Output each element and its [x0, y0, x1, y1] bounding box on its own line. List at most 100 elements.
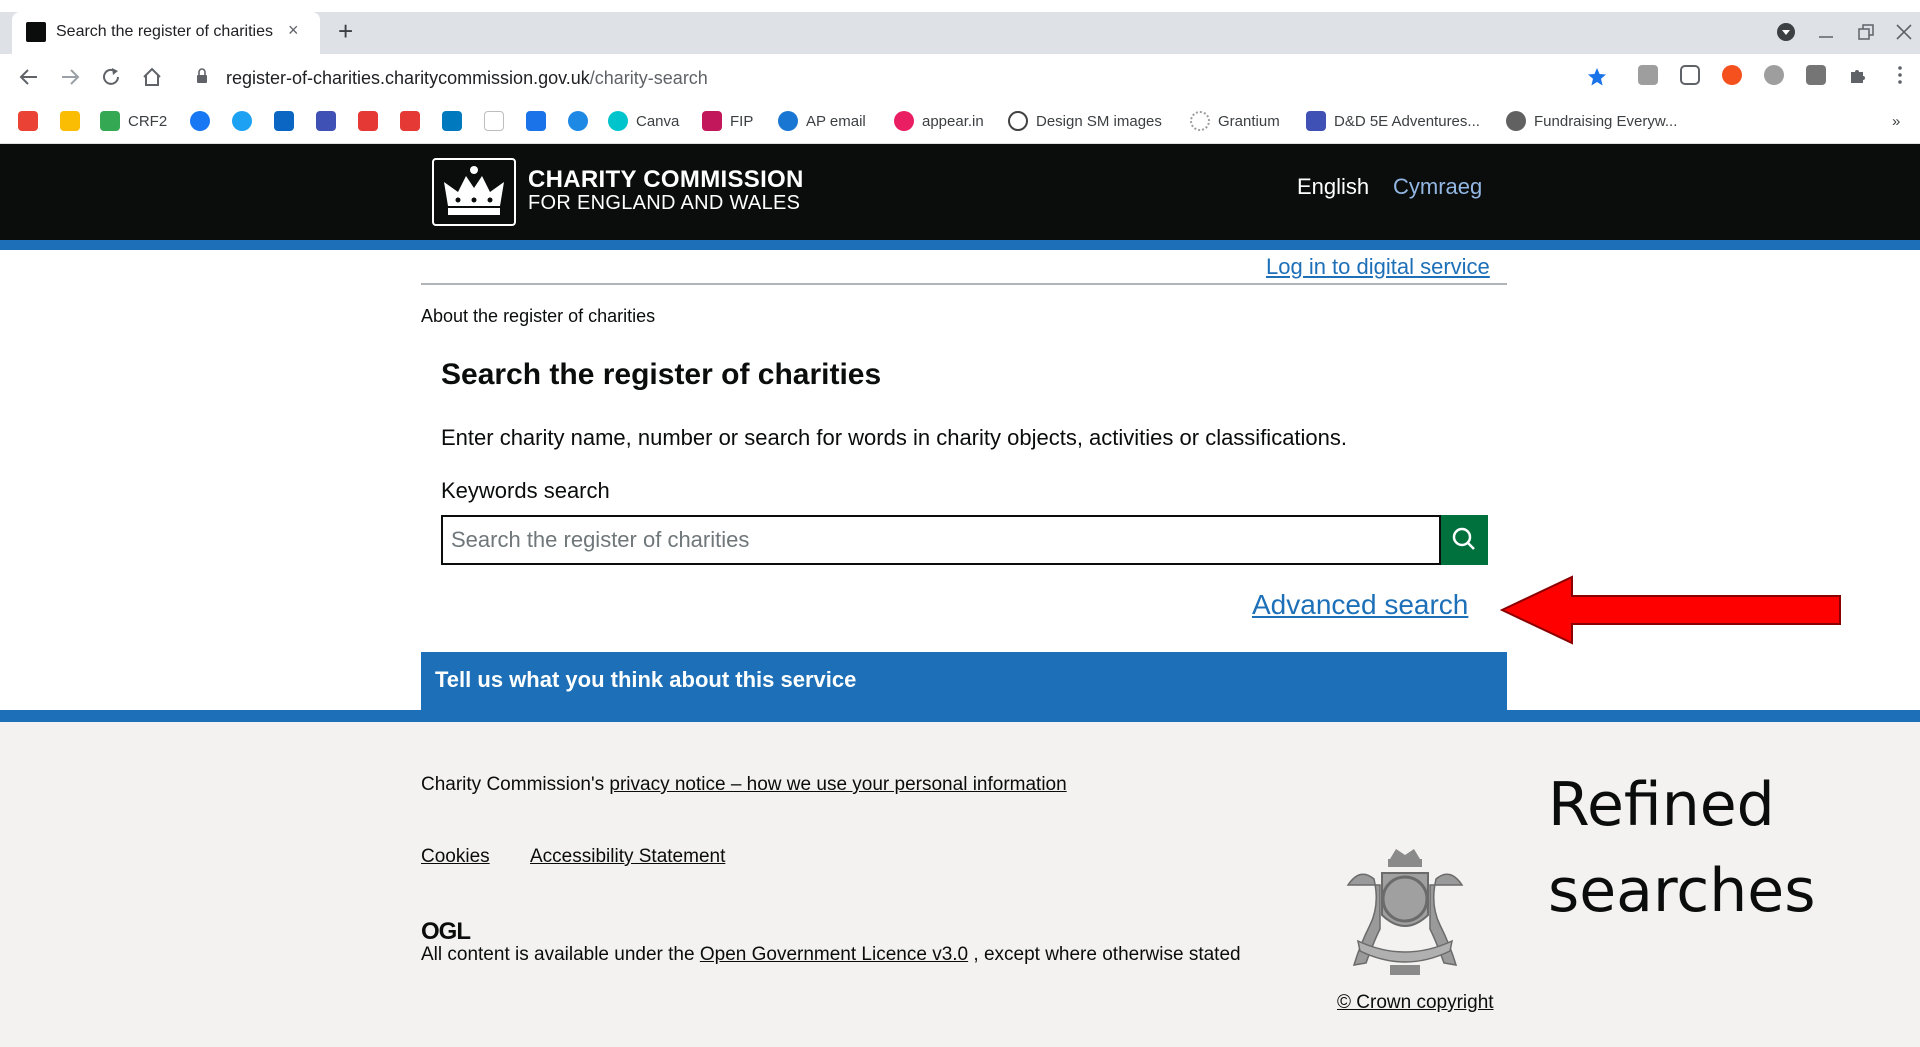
- bookmark-favicon-icon: [568, 111, 588, 131]
- bookmark-canva[interactable]: Canva: [608, 110, 679, 132]
- profile-icon[interactable]: [1776, 22, 1796, 42]
- search-icon: [1452, 527, 1475, 550]
- twitter-icon: [232, 111, 252, 131]
- canva-icon: [608, 111, 628, 131]
- bookmark-label: Design SM images: [1036, 112, 1162, 130]
- address-bar[interactable]: register-of-charities.charitycommission.…: [182, 58, 1622, 96]
- drive-icon: [60, 111, 80, 131]
- language-english[interactable]: English: [1297, 174, 1369, 200]
- feedback-banner[interactable]: Tell us what you think about this servic…: [421, 652, 1507, 710]
- camera-icon[interactable]: [1806, 65, 1826, 85]
- restore-icon[interactable]: [1856, 22, 1876, 42]
- bookmarks-bar: CRF2 Canva FIP AP email appear.in Design…: [0, 100, 1920, 144]
- breadcrumb[interactable]: About the register of charities: [421, 306, 655, 327]
- search-input[interactable]: [441, 515, 1441, 565]
- close-window-icon[interactable]: [1894, 22, 1914, 42]
- bookmark-favicon-icon: [358, 111, 378, 131]
- footer-accent-bar: [0, 710, 1920, 722]
- cookies-link[interactable]: Cookies: [421, 846, 490, 868]
- crown-copyright-link[interactable]: © Crown copyright: [1337, 992, 1494, 1014]
- bookmark-linkedin[interactable]: [274, 110, 302, 132]
- logo-subtitle: FOR ENGLAND AND WALES: [528, 192, 801, 214]
- drive-icon: [100, 111, 120, 131]
- appear-in-icon: [894, 111, 914, 131]
- bookmark-label: FIP: [730, 112, 754, 130]
- bookmark-label: D&D 5E Adventures...: [1334, 112, 1480, 130]
- accessibility-statement-link[interactable]: Accessibility Statement: [530, 846, 725, 868]
- bookmark-trello[interactable]: [442, 110, 470, 132]
- minimize-icon[interactable]: [1816, 22, 1836, 42]
- bookmark-fundraising[interactable]: Fundraising Everyw...: [1506, 110, 1677, 132]
- bookmark-label: Fundraising Everyw...: [1534, 112, 1678, 130]
- reload-icon[interactable]: [100, 66, 122, 88]
- charity-commission-favicon-icon: [26, 22, 46, 42]
- language-welsh-link[interactable]: Cymraeg: [1393, 174, 1482, 200]
- browser-tab[interactable]: Search the register of charities ×: [12, 12, 320, 54]
- royal-coat-of-arms-icon: [1346, 849, 1464, 975]
- divider: [421, 283, 1507, 285]
- bookmark-item[interactable]: [484, 110, 512, 132]
- login-link[interactable]: Log in to digital service: [1266, 254, 1490, 280]
- bookmark-calendar[interactable]: [526, 110, 554, 132]
- bookmark-favicon-icon: [484, 111, 504, 131]
- bookmark-crf2[interactable]: CRF2: [100, 110, 167, 132]
- ap-email-icon: [778, 111, 798, 131]
- home-icon[interactable]: [141, 66, 163, 88]
- bookmark-drive[interactable]: [60, 110, 88, 132]
- annotation-caption: Refined searches: [1548, 762, 1815, 934]
- bookmark-item[interactable]: [316, 110, 344, 132]
- feedback-link[interactable]: Tell us what you think about this servic…: [435, 667, 856, 693]
- menu-icon[interactable]: [1890, 65, 1910, 85]
- bookmark-item[interactable]: [400, 110, 428, 132]
- open-government-licence-link[interactable]: Open Government Licence v3.0: [700, 944, 968, 965]
- browser-toolbar: register-of-charities.charitycommission.…: [0, 54, 1920, 100]
- logo-title: CHARITY COMMISSION: [528, 166, 804, 193]
- bookmark-item[interactable]: [568, 110, 596, 132]
- linkedin-icon: [274, 111, 294, 131]
- tab-close-icon[interactable]: ×: [288, 20, 299, 41]
- more-bookmarks-icon[interactable]: »: [1892, 110, 1900, 132]
- bookmark-item[interactable]: [358, 110, 386, 132]
- red-arrow-annotation: [1500, 575, 1841, 645]
- pocket-icon[interactable]: [1680, 65, 1700, 85]
- search-button[interactable]: [1441, 515, 1488, 565]
- grantium-icon: [1190, 111, 1210, 131]
- bookmark-grantium[interactable]: Grantium: [1190, 110, 1280, 132]
- bookmark-favicon-icon: [316, 111, 336, 131]
- crown-logo[interactable]: [432, 158, 516, 226]
- bookmark-label: AP email: [806, 112, 866, 130]
- advanced-search-link[interactable]: Advanced search: [1252, 589, 1468, 621]
- privacy-notice-text: Charity Commission's privacy notice – ho…: [421, 774, 1067, 796]
- bookmark-gmail[interactable]: [18, 110, 46, 132]
- bookmark-label: CRF2: [128, 112, 168, 130]
- bookmark-ap-email[interactable]: AP email: [778, 110, 866, 132]
- grid-icon: [1306, 111, 1326, 131]
- ogl-logo: OGL: [421, 918, 471, 945]
- tab-title: Search the register of charities: [56, 23, 273, 40]
- bookmark-twitter[interactable]: [232, 110, 260, 132]
- licence-text: All content is available under the Open …: [421, 944, 1241, 966]
- fip-icon: [702, 111, 722, 131]
- browser-tab-bar: Search the register of charities × +: [0, 0, 1920, 54]
- globe-icon: [1506, 111, 1526, 131]
- url-text: register-of-charities.charitycommission.…: [226, 68, 708, 88]
- extension-icon[interactable]: [1722, 65, 1742, 85]
- new-tab-button[interactable]: +: [338, 18, 353, 44]
- extension-icon[interactable]: [1638, 65, 1658, 85]
- privacy-notice-link[interactable]: privacy notice – how we use your persona…: [609, 774, 1066, 795]
- bookmark-fip[interactable]: FIP: [702, 110, 753, 132]
- bookmark-dnd-5e[interactable]: D&D 5E Adventures...: [1306, 110, 1480, 132]
- bookmark-appear-in[interactable]: appear.in: [894, 110, 984, 132]
- bookmark-star-icon[interactable]: [1587, 67, 1607, 87]
- page-title: Search the register of charities: [441, 358, 882, 391]
- extension-icon[interactable]: [1764, 65, 1784, 85]
- licence-suffix: , except where otherwise stated: [968, 944, 1241, 965]
- puzzle-icon[interactable]: [1848, 65, 1868, 85]
- page-intro: Enter charity name, number or search for…: [441, 425, 1348, 450]
- back-icon[interactable]: [18, 66, 40, 88]
- forward-icon[interactable]: [59, 66, 81, 88]
- privacy-prefix: Charity Commission's: [421, 774, 610, 795]
- trello-icon: [442, 111, 462, 131]
- bookmark-facebook[interactable]: [190, 110, 218, 132]
- bookmark-design-sm-images[interactable]: Design SM images: [1008, 110, 1162, 132]
